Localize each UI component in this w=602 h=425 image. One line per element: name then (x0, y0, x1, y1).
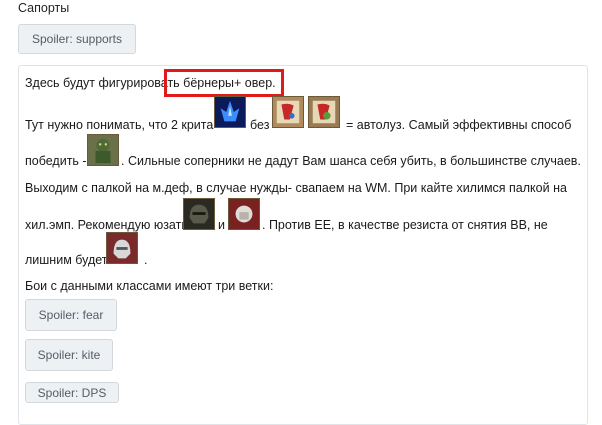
post-line-6: лишним будет (25, 253, 108, 267)
post-line-5-a: хил.эмп. Рекомендую юзать (25, 218, 188, 232)
orc-warrior-icon (87, 134, 119, 166)
scroll-green-icon (308, 96, 340, 128)
spoiler-fear-button[interactable]: Spoiler: fear (25, 299, 117, 331)
fist-skill-icon (228, 198, 260, 230)
silver-helmet-icon (106, 232, 138, 264)
post-line-2-a: Тут нужно понимать, что 2 крита (25, 118, 214, 132)
post-line-6-b-wrap: . (144, 253, 147, 267)
post-line-2-b-wrap: без (250, 118, 269, 132)
scroll-red-icon (272, 96, 304, 128)
post-line-7-text: Бои с данными классами имеют три ветки: (25, 279, 274, 293)
spoiler-kite-button[interactable]: Spoiler: kite (25, 339, 113, 371)
post-line-5-c: . Против ЕЕ, в качестве резиста от сняти… (262, 218, 548, 232)
dark-helmet-icon (183, 198, 215, 230)
post-line-2-c-wrap: = автолуз. Самый эффективны способ (346, 118, 571, 132)
post-line-7: Бои с данными классами имеют три ветки: (25, 279, 273, 293)
post-line-2-c: = автолуз. Самый эффективны способ (346, 118, 572, 132)
post-line-5-c-wrap: . Против ЕЕ, в качестве резиста от сняти… (262, 218, 548, 232)
post-line-3-a: победить - (25, 154, 87, 168)
section-title: Сапорты (18, 1, 70, 15)
post-line-5-b-wrap: и (218, 218, 225, 232)
post-line-3: победить - (25, 154, 87, 168)
post-line-4-text: Выходим с палкой на м.деф, в случае нужд… (25, 181, 567, 195)
post-line-6-a: лишним будет (25, 253, 108, 267)
post-line-6-b: . (144, 253, 148, 267)
blue-flame-skill-icon (214, 96, 246, 128)
post-line-5-b: и (218, 218, 225, 232)
spoiler-supports-button[interactable]: Spoiler: supports (18, 24, 136, 54)
post-line-2: Тут нужно понимать, что 2 крита (25, 118, 213, 132)
post-line-5: хил.эмп. Рекомендую юзать (25, 218, 188, 232)
post-line-2-b: без (250, 118, 270, 132)
post-line-4: Выходим с палкой на м.деф, в случае нужд… (25, 181, 567, 195)
post-line-3-b-wrap: . Сильные соперники не дадут Вам шанса с… (121, 154, 581, 168)
highlight-box (164, 69, 284, 97)
post-line-1-text: Здесь будут фигурироват (25, 76, 174, 90)
post-line-3-b: . Сильные соперники не дадут Вам шанса с… (121, 154, 581, 168)
spoiler-dps-button[interactable]: Spoiler: DPS (25, 382, 119, 403)
